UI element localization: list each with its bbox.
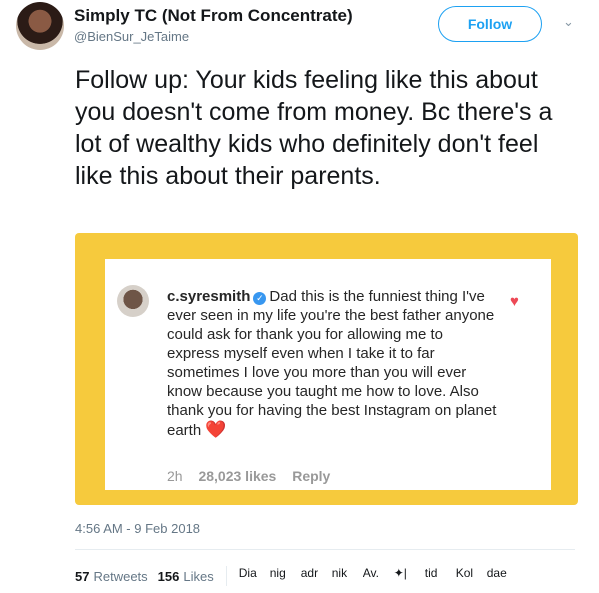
author-display-name[interactable]: Simply TC (Not From Concentrate): [74, 6, 353, 26]
divider: [75, 549, 575, 550]
liker-avatar[interactable]: adr: [301, 566, 327, 586]
tweet-text: Follow up: Your kids feeling like this a…: [75, 66, 553, 190]
liker-avatar[interactable]: Kol: [456, 566, 482, 586]
comment-reply: Reply: [292, 468, 331, 484]
tweet-timestamp[interactable]: 4:56 AM - 9 Feb 2018: [75, 521, 200, 536]
tweet-media[interactable]: c.syresmith ✓ Dad this is the funniest thi…: [75, 233, 578, 505]
comment-body: Dad this is the funniest thing I've ever…: [167, 288, 497, 439]
heart-icon: ♥: [510, 293, 519, 310]
like-count[interactable]: 156 Likes: [158, 569, 214, 584]
comment-meta: 2h 28,023 likes Reply: [167, 468, 342, 484]
comment-text: c.syresmith ✓ Dad this is the funniest thi…: [167, 287, 497, 440]
retweet-count[interactable]: 57 Retweets: [75, 569, 148, 584]
author-avatar[interactable]: [16, 2, 64, 50]
tweet-stats: 57 Retweets 156 Likes Dia nig adr nik Av. …: [75, 566, 518, 586]
commenter-avatar: [117, 285, 149, 317]
chevron-down-icon[interactable]: ⌄: [563, 14, 579, 30]
comment-time: 2h: [167, 468, 183, 484]
liker-avatar[interactable]: dae: [487, 566, 513, 586]
instagram-comment-card: c.syresmith ✓ Dad this is the funniest thi…: [105, 259, 551, 490]
liker-avatar[interactable]: nik: [332, 566, 358, 586]
author-handle[interactable]: @BienSur_JeTaime: [74, 29, 189, 44]
liker-avatar[interactable]: ✦|: [394, 566, 420, 586]
follow-button[interactable]: Follow: [438, 6, 542, 42]
liker-avatar[interactable]: Dia: [239, 566, 265, 586]
commenter-username: c.syresmith: [167, 288, 251, 305]
stats-separator: [225, 566, 227, 586]
heart-emoji-icon: ❤️: [205, 420, 227, 439]
liker-avatar[interactable]: Av.: [363, 566, 389, 586]
liker-avatar[interactable]: tid: [425, 566, 451, 586]
verified-icon: ✓: [253, 292, 267, 305]
likers-list: Dia nig adr nik Av. ✦| tid Kol dae: [239, 566, 518, 586]
liker-avatar[interactable]: nig: [270, 566, 296, 586]
tweet-header: Simply TC (Not From Concentrate) @BienSu…: [16, 2, 584, 52]
comment-likes: 28,023 likes: [198, 468, 277, 484]
